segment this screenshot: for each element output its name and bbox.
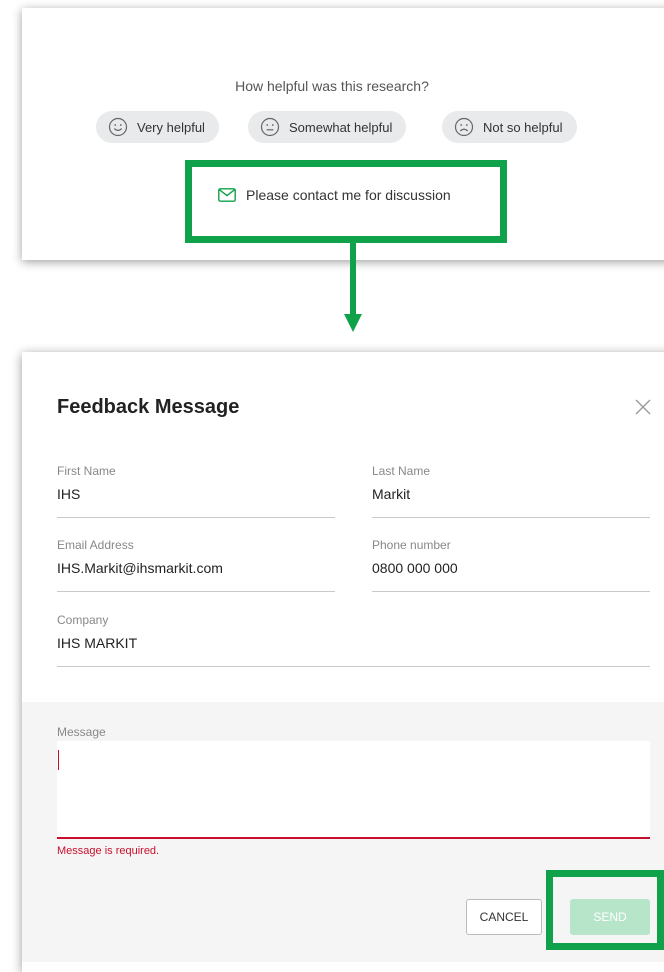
text-caret: [58, 750, 59, 770]
rating-options: Very helpful Somewhat helpful Not so hel…: [22, 111, 642, 143]
cancel-button[interactable]: CANCEL: [466, 899, 542, 935]
company-field: Company: [57, 613, 650, 667]
contact-me-label: Please contact me for discussion: [246, 187, 451, 203]
mail-icon: [218, 188, 236, 202]
message-box: [57, 741, 650, 839]
phone-label: Phone number: [372, 538, 451, 552]
arrow-down-icon: [344, 314, 362, 332]
phone-input[interactable]: [372, 560, 650, 576]
last-name-field: Last Name: [372, 464, 650, 518]
neutral-face-icon: [260, 117, 280, 137]
modal-title: Feedback Message: [57, 396, 240, 418]
arrow-shaft: [350, 240, 356, 317]
first-name-input[interactable]: [57, 486, 335, 502]
not-so-helpful-label: Not so helpful: [483, 119, 563, 135]
contact-me-link[interactable]: Please contact me for discussion: [218, 187, 451, 203]
send-button[interactable]: SEND: [570, 899, 650, 935]
somewhat-helpful-label: Somewhat helpful: [289, 119, 393, 135]
feedback-modal: Feedback Message First Name Last Name Em…: [22, 352, 664, 972]
last-name-label: Last Name: [372, 464, 431, 478]
last-name-input[interactable]: [372, 486, 650, 502]
smile-face-icon: [108, 117, 128, 137]
not-so-helpful-button[interactable]: Not so helpful: [442, 111, 577, 143]
phone-field: Phone number: [372, 538, 650, 592]
email-input[interactable]: [57, 560, 335, 576]
message-label: Message: [57, 725, 106, 739]
close-icon[interactable]: [634, 398, 652, 416]
first-name-field: First Name: [57, 464, 335, 518]
message-error: Message is required.: [57, 845, 160, 857]
sad-face-icon: [454, 117, 474, 137]
company-label: Company: [57, 613, 109, 627]
very-helpful-button[interactable]: Very helpful: [96, 111, 219, 143]
feedback-panel: How helpful was this research? Very help…: [22, 8, 664, 260]
company-input[interactable]: [57, 635, 650, 651]
first-name-label: First Name: [57, 464, 116, 478]
somewhat-helpful-button[interactable]: Somewhat helpful: [248, 111, 407, 143]
message-textarea[interactable]: [57, 741, 650, 837]
message-section: Message Message is required. CANCEL SEND: [22, 702, 664, 962]
very-helpful-label: Very helpful: [137, 119, 205, 135]
email-field: Email Address: [57, 538, 335, 592]
email-label: Email Address: [57, 538, 134, 552]
feedback-question: How helpful was this research?: [235, 78, 429, 94]
